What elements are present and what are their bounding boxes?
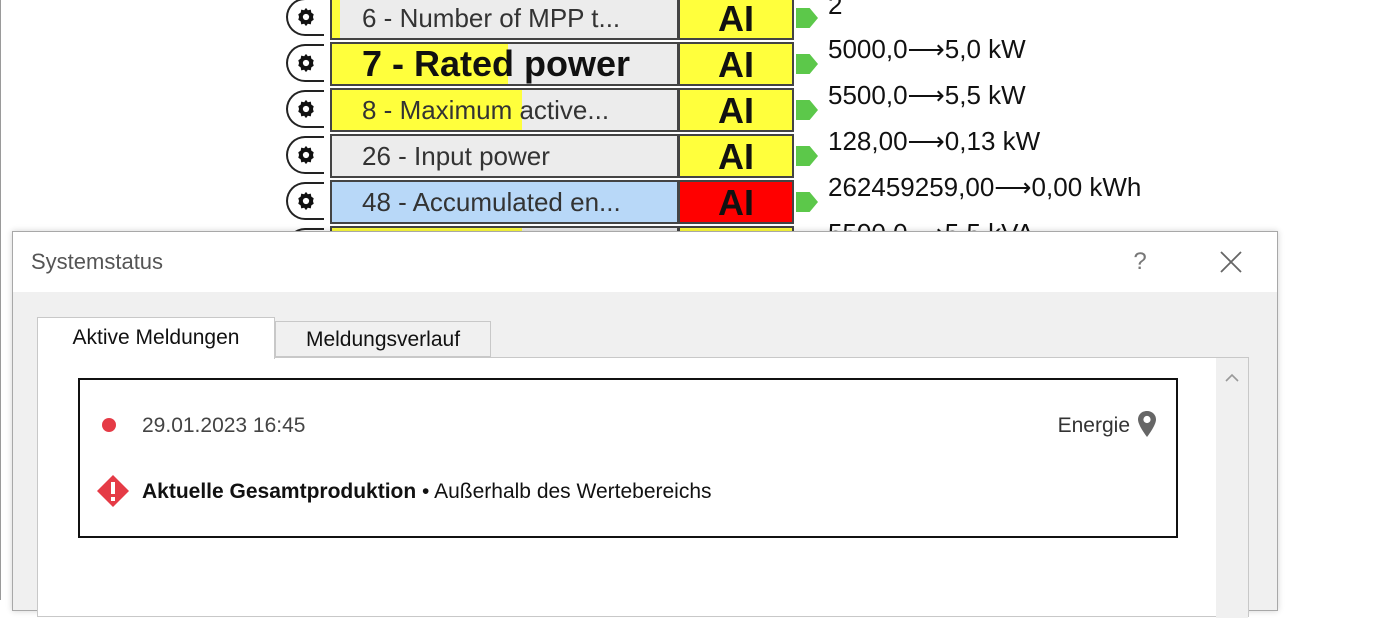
gear-icon[interactable]: [286, 44, 324, 82]
gear-icon[interactable]: [286, 0, 324, 36]
row-value: 128,00⟶0,13 kW: [828, 126, 1041, 156]
row-label[interactable]: 8 - Maximum active...: [330, 88, 678, 132]
row-label[interactable]: 6 - Number of MPP t...: [330, 0, 678, 40]
dialog-titlebar[interactable]: Systemstatus ?: [13, 232, 1277, 292]
output-port-icon[interactable]: [796, 192, 818, 212]
row-value: 5500,0⟶5,5 kW: [828, 80, 1026, 110]
message-category: Energie: [1057, 414, 1130, 437]
systemstatus-dialog: Systemstatus ? Aktive Meldungen Meldungs…: [12, 231, 1278, 618]
gear-icon[interactable]: [286, 182, 324, 220]
tab-aktive-meldungen[interactable]: Aktive Meldungen: [37, 317, 275, 359]
row-value: 5000,0⟶5,0 kW: [828, 34, 1026, 64]
chevron-up-icon[interactable]: [1222, 368, 1242, 388]
location-pin-icon[interactable]: [1136, 410, 1158, 438]
ai-type-badge: AI: [678, 42, 794, 86]
message-separator: •: [416, 480, 435, 503]
row-label[interactable]: 7 - Rated power: [330, 42, 678, 86]
tab-panel: 29.01.2023 16:45 Energie Aktuelle Gesamt…: [37, 357, 1249, 618]
row-label[interactable]: 26 - Input power: [330, 134, 678, 178]
warning-icon: [97, 475, 129, 507]
close-icon: [1220, 251, 1242, 273]
output-port-icon[interactable]: [796, 8, 818, 28]
status-dot-icon: [102, 418, 116, 432]
ai-type-badge: AI: [678, 134, 794, 178]
message-timestamp: 29.01.2023 16:45: [142, 414, 306, 437]
gear-icon[interactable]: [286, 90, 324, 128]
row-value: 2: [828, 0, 843, 20]
ai-type-badge: AI: [678, 180, 794, 224]
gear-icon[interactable]: [286, 136, 324, 174]
logic-editor: 6 - Number of MPP t... AI 2 7 - Rated po…: [0, 0, 1376, 270]
output-port-icon[interactable]: [796, 100, 818, 120]
output-port-icon[interactable]: [796, 146, 818, 166]
message-card[interactable]: 29.01.2023 16:45 Energie Aktuelle Gesamt…: [78, 378, 1178, 538]
ai-type-badge: AI: [678, 0, 794, 40]
help-button[interactable]: ?: [1125, 242, 1155, 282]
output-port-icon[interactable]: [796, 54, 818, 74]
row-label[interactable]: 48 - Accumulated en...: [330, 180, 678, 224]
row-value: 262459259,00⟶0,00 kWh: [828, 172, 1142, 202]
vertical-scrollbar[interactable]: [1216, 358, 1248, 618]
tab-meldungsverlauf[interactable]: Meldungsverlauf: [275, 321, 491, 357]
dialog-title: Systemstatus: [31, 249, 164, 274]
ai-type-badge: AI: [678, 88, 794, 132]
message-description: Außerhalb des Wertebereichs: [434, 480, 712, 503]
message-text: Aktuelle Gesamtproduktion • Außerhalb de…: [142, 480, 712, 504]
close-button[interactable]: [1211, 242, 1251, 282]
message-title: Aktuelle Gesamtproduktion: [142, 480, 417, 503]
